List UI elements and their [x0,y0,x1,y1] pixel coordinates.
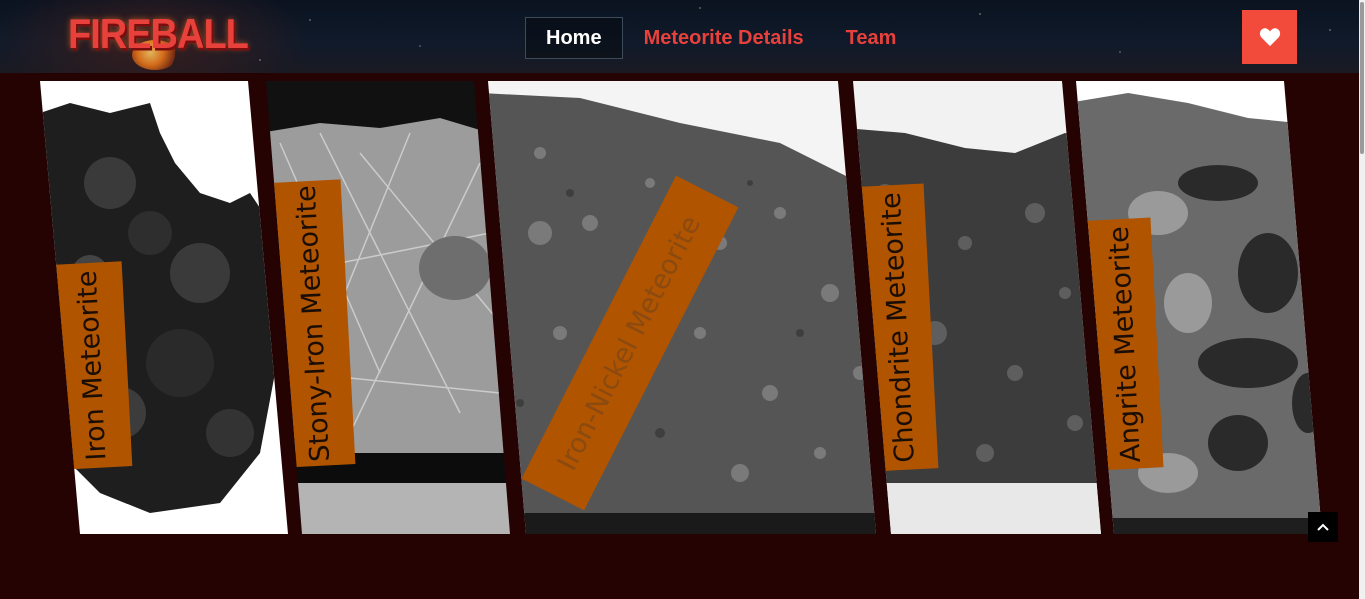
nav-home[interactable]: Home [525,17,623,59]
meteorite-slice-iron[interactable]: Iron Meteorite [40,81,288,534]
nav-team[interactable]: Team [825,17,918,59]
main-nav: Home Meteorite Details Team [525,17,917,59]
slice-label: Angrite Meteorite [1103,225,1147,463]
favorite-button[interactable] [1242,10,1297,64]
chevron-up-icon [1317,523,1329,531]
slice-label-tag: Iron Meteorite [51,261,133,470]
site-header: FIREBALL Home Meteorite Details Team [0,0,1365,73]
slice-label: Stony-Iron Meteorite [290,184,336,463]
slice-label-tag: Stony-Iron Meteorite [270,179,356,468]
meteorite-slice-iron-nickel[interactable]: Iron-Nickel Meteorite [488,81,876,534]
meteorite-slice-stony-iron[interactable]: Stony-Iron Meteorite [266,81,510,534]
heart-icon [1259,28,1280,47]
site-logo[interactable]: FIREBALL [68,12,249,59]
iron-meteorite-image [40,81,288,534]
meteorite-slice-chondrite[interactable]: Chondrite Meteorite [853,81,1101,534]
slice-label: Chondrite Meteorite [875,191,921,464]
slice-label-tag: Angrite Meteorite [1086,217,1164,471]
meteorite-slice-angrite[interactable]: Angrite Meteorite [1076,81,1322,534]
nav-meteorite-details[interactable]: Meteorite Details [623,17,825,59]
slice-label: Iron Meteorite [71,269,113,462]
scrollbar-thumb[interactable] [1360,2,1364,154]
scroll-to-top-button[interactable] [1308,512,1338,542]
page-scrollbar[interactable] [1359,0,1365,599]
